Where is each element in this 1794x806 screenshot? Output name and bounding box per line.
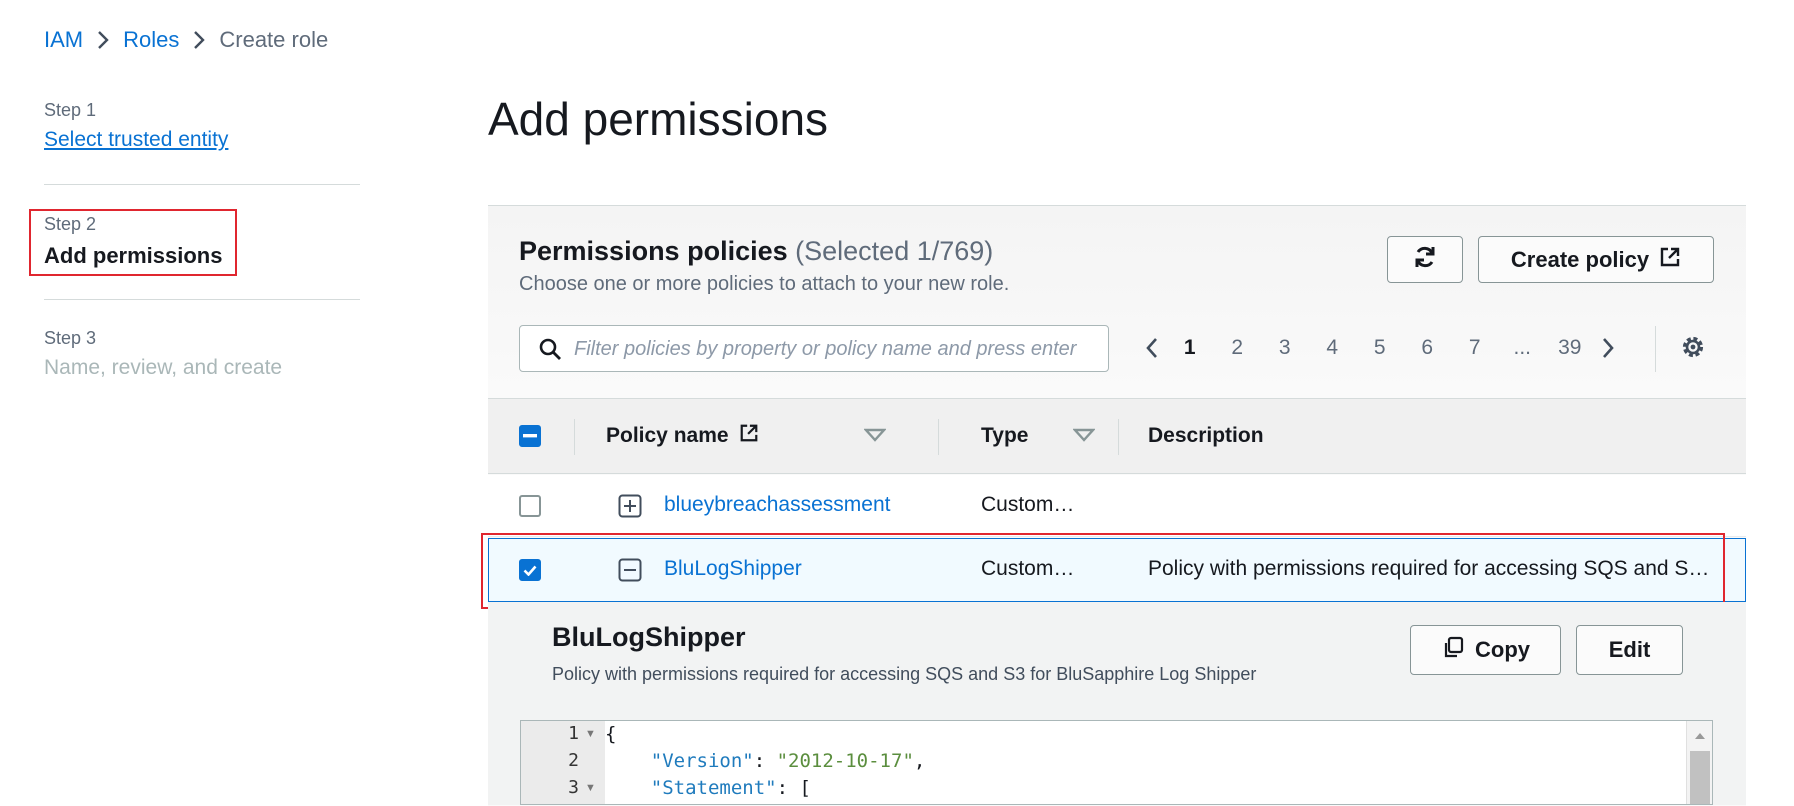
step-divider [44, 299, 360, 300]
search-input[interactable]: Filter policies by property or policy na… [519, 325, 1109, 372]
chevron-left-icon[interactable] [1138, 337, 1166, 359]
policy-type: Custom… [981, 493, 1075, 516]
column-label-type: Type [981, 424, 1029, 447]
step-3-label: Step 3 [44, 328, 97, 348]
page-ellipsis: ... [1513, 336, 1531, 359]
code-line: "Statement": [ [650, 777, 811, 799]
refresh-button[interactable] [1387, 236, 1463, 283]
policy-name-link[interactable]: blueybreachassessment [664, 493, 890, 517]
fold-arrow-icon[interactable]: ▼ [585, 782, 596, 794]
external-link-icon [739, 423, 759, 449]
line-number: 3 [568, 777, 579, 798]
chevron-right-icon [83, 30, 123, 50]
column-divider [1118, 419, 1119, 455]
breadcrumb-current: Create role [219, 27, 329, 52]
external-link-icon [1659, 246, 1681, 274]
copy-icon [1441, 635, 1465, 665]
page-1[interactable]: 1 [1166, 336, 1214, 360]
breadcrumb: IAM Roles Create role [44, 24, 328, 56]
breadcrumb-iam-link[interactable]: IAM [44, 27, 83, 53]
row-highlight-box [481, 533, 1725, 609]
create-policy-label: Create policy [1510, 246, 1650, 272]
column-label-description: Description [1148, 424, 1264, 447]
step-1-label: Step 1 [44, 100, 97, 120]
policies-count: (Selected 1/769) [795, 236, 994, 266]
column-label-policy-name: Policy name [606, 424, 729, 447]
page-3[interactable]: 3 [1261, 336, 1309, 360]
editor-scrollbar[interactable] [1686, 721, 1712, 804]
table-row[interactable]: blueybreachassessment Custom… [488, 475, 1746, 537]
code-string: "2012-10-17" [776, 750, 914, 772]
column-header-policy-name[interactable]: Policy name [606, 399, 896, 473]
step-2-title: Add permissions [44, 243, 223, 268]
sort-caret-icon[interactable] [1072, 424, 1096, 448]
json-editor[interactable]: 1 ▼ 2 3 ▼ 4 { "Version": "2012-10-17", "… [520, 720, 1713, 805]
policy-details-title: BluLogShipper [552, 622, 746, 652]
scrollbar-thumb[interactable] [1690, 751, 1710, 804]
step-2-label: Step 2 [44, 214, 97, 234]
table-header: Policy name Type Description [488, 398, 1746, 474]
step-divider [44, 184, 360, 185]
code-key: "Version" [650, 750, 754, 772]
page-5[interactable]: 5 [1356, 336, 1404, 360]
row-checkbox[interactable] [519, 495, 541, 517]
page-2[interactable]: 2 [1214, 336, 1262, 360]
page-title: Add permissions [488, 93, 829, 145]
sort-caret-icon[interactable] [863, 424, 887, 448]
create-policy-button[interactable]: Create policy [1478, 236, 1714, 283]
page-4[interactable]: 4 [1309, 336, 1357, 360]
expand-icon[interactable] [618, 494, 642, 523]
column-header-description: Description [1148, 399, 1264, 473]
chevron-right-icon [179, 30, 219, 50]
chevron-right-icon[interactable] [1594, 337, 1622, 359]
column-divider [574, 419, 575, 455]
copy-button[interactable]: Copy [1410, 625, 1561, 675]
column-header-type[interactable]: Type [981, 399, 1096, 473]
code-line: "Version": "2012-10-17", [650, 750, 926, 772]
step-3-title: Name, review, and create [44, 356, 283, 379]
gear-icon[interactable] [1679, 333, 1707, 366]
page-7[interactable]: 7 [1451, 336, 1499, 360]
scroll-up-icon[interactable] [1694, 727, 1706, 745]
line-number: 2 [568, 750, 579, 771]
code-line: { [605, 723, 617, 745]
line-number: 1 [568, 723, 579, 744]
policies-title: Permissions policies [519, 236, 788, 266]
policies-header: Permissions policies (Selected 1/769) [519, 236, 993, 267]
fold-arrow-icon[interactable]: ▼ [585, 728, 596, 740]
policy-details-description: Policy with permissions required for acc… [552, 664, 1257, 684]
search-placeholder: Filter policies by property or policy na… [574, 338, 1077, 360]
step-1-link[interactable]: Select trusted entity [44, 128, 228, 152]
edit-label: Edit [1608, 637, 1651, 662]
code-key: "Statement" [650, 777, 777, 799]
select-all-cell [519, 399, 541, 473]
page-6[interactable]: 6 [1404, 336, 1452, 360]
select-all-checkbox[interactable] [519, 425, 541, 447]
policies-description: Choose one or more policies to attach to… [519, 273, 1010, 295]
edit-button[interactable]: Edit [1576, 625, 1683, 675]
search-icon [538, 337, 562, 366]
copy-label: Copy [1475, 637, 1530, 662]
pagination: 1 2 3 4 5 6 7 ... 39 [1138, 330, 1622, 366]
column-divider [938, 419, 939, 455]
page-39[interactable]: 39 [1546, 336, 1594, 360]
breadcrumb-roles-link[interactable]: Roles [123, 27, 179, 53]
refresh-icon [1412, 244, 1438, 276]
pager-divider [1655, 326, 1656, 372]
